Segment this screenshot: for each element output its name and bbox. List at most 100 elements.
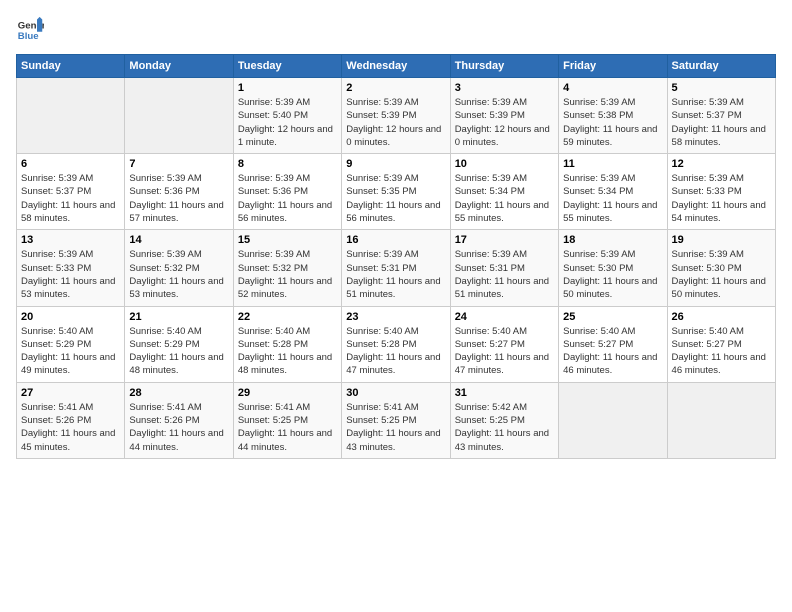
calendar-cell: 18 Sunrise: 5:39 AMSunset: 5:30 PMDayligh… (559, 230, 667, 306)
calendar-cell: 9 Sunrise: 5:39 AMSunset: 5:35 PMDaylight… (342, 154, 450, 230)
day-detail: Sunrise: 5:41 AMSunset: 5:26 PMDaylight:… (129, 401, 228, 454)
day-number: 8 (238, 158, 337, 170)
calendar-cell: 30Sunrise: 5:41 AMSunset: 5:25 PMDayligh… (342, 382, 450, 458)
day-detail: Sunrise: 5:39 AMSunset: 5:34 PMDaylight:… (455, 172, 554, 225)
calendar-table: SundayMondayTuesdayWednesdayThursdayFrid… (16, 54, 776, 459)
calendar-cell: 1 Sunrise: 5:39 AMSunset: 5:40 PMDaylight… (233, 78, 341, 154)
day-number: 29 (238, 387, 337, 399)
day-number: 16 (346, 234, 445, 246)
day-detail: Sunrise: 5:41 AMSunset: 5:26 PMDaylight:… (21, 401, 120, 454)
calendar-cell: 15 Sunrise: 5:39 AMSunset: 5:32 PMDayligh… (233, 230, 341, 306)
day-number: 20 (21, 311, 120, 323)
weekday-header: Monday (125, 55, 233, 78)
day-number: 28 (129, 387, 228, 399)
day-detail: Sunrise: 5:40 AMSunset: 5:29 PMDaylight:… (129, 325, 228, 378)
calendar-week-row: 6 Sunrise: 5:39 AMSunset: 5:37 PMDaylight… (17, 154, 776, 230)
calendar-cell: 4 Sunrise: 5:39 AMSunset: 5:38 PMDaylight… (559, 78, 667, 154)
calendar-cell: 26Sunrise: 5:40 AMSunset: 5:27 PMDayligh… (667, 306, 775, 382)
day-number: 24 (455, 311, 554, 323)
day-detail: Sunrise: 5:39 AMSunset: 5:39 PMDaylight:… (346, 96, 445, 149)
calendar-cell: 31 Sunrise: 5:42 AMSunset: 5:25 PMDayligh… (450, 382, 558, 458)
calendar-week-row: 13 Sunrise: 5:39 AMSunset: 5:33 PMDayligh… (17, 230, 776, 306)
day-detail: Sunrise: 5:39 AMSunset: 5:33 PMDaylight:… (21, 248, 120, 301)
calendar-week-row: 27 Sunrise: 5:41 AMSunset: 5:26 PMDayligh… (17, 382, 776, 458)
day-detail: Sunrise: 5:39 AMSunset: 5:31 PMDaylight:… (346, 248, 445, 301)
day-number: 1 (238, 82, 337, 94)
day-detail: Sunrise: 5:39 AMSunset: 5:36 PMDaylight:… (238, 172, 337, 225)
calendar-cell: 29Sunrise: 5:41 AMSunset: 5:25 PMDayligh… (233, 382, 341, 458)
day-detail: Sunrise: 5:39 AMSunset: 5:37 PMDaylight:… (672, 96, 771, 149)
day-detail: Sunrise: 5:39 AMSunset: 5:40 PMDaylight:… (238, 96, 337, 149)
calendar-cell: 6 Sunrise: 5:39 AMSunset: 5:37 PMDaylight… (17, 154, 125, 230)
calendar-cell: 22 Sunrise: 5:40 AMSunset: 5:28 PMDayligh… (233, 306, 341, 382)
day-number: 4 (563, 82, 662, 94)
calendar-cell: 12Sunrise: 5:39 AMSunset: 5:33 PMDayligh… (667, 154, 775, 230)
logo: General Blue (16, 16, 44, 44)
day-number: 27 (21, 387, 120, 399)
day-detail: Sunrise: 5:39 AMSunset: 5:32 PMDaylight:… (129, 248, 228, 301)
calendar-cell (559, 382, 667, 458)
day-number: 11 (563, 158, 662, 170)
calendar-cell: 13 Sunrise: 5:39 AMSunset: 5:33 PMDayligh… (17, 230, 125, 306)
weekday-header: Wednesday (342, 55, 450, 78)
calendar-body: 1 Sunrise: 5:39 AMSunset: 5:40 PMDaylight… (17, 78, 776, 459)
day-number: 2 (346, 82, 445, 94)
weekday-header: Thursday (450, 55, 558, 78)
calendar-cell: 27 Sunrise: 5:41 AMSunset: 5:26 PMDayligh… (17, 382, 125, 458)
calendar-cell: 7Sunrise: 5:39 AMSunset: 5:36 PMDaylight… (125, 154, 233, 230)
day-number: 10 (455, 158, 554, 170)
day-detail: Sunrise: 5:39 AMSunset: 5:38 PMDaylight:… (563, 96, 662, 149)
day-number: 31 (455, 387, 554, 399)
day-detail: Sunrise: 5:40 AMSunset: 5:28 PMDaylight:… (238, 325, 337, 378)
svg-text:Blue: Blue (18, 31, 39, 42)
calendar-week-row: 1 Sunrise: 5:39 AMSunset: 5:40 PMDaylight… (17, 78, 776, 154)
day-number: 19 (672, 234, 771, 246)
calendar-cell: 5Sunrise: 5:39 AMSunset: 5:37 PMDaylight… (667, 78, 775, 154)
calendar-cell (125, 78, 233, 154)
day-detail: Sunrise: 5:40 AMSunset: 5:28 PMDaylight:… (346, 325, 445, 378)
day-detail: Sunrise: 5:40 AMSunset: 5:27 PMDaylight:… (455, 325, 554, 378)
day-detail: Sunrise: 5:41 AMSunset: 5:25 PMDaylight:… (346, 401, 445, 454)
day-detail: Sunrise: 5:39 AMSunset: 5:37 PMDaylight:… (21, 172, 120, 225)
day-number: 22 (238, 311, 337, 323)
calendar-cell: 11Sunrise: 5:39 AMSunset: 5:34 PMDayligh… (559, 154, 667, 230)
calendar-cell: 20 Sunrise: 5:40 AMSunset: 5:29 PMDayligh… (17, 306, 125, 382)
calendar-cell: 17Sunrise: 5:39 AMSunset: 5:31 PMDayligh… (450, 230, 558, 306)
day-detail: Sunrise: 5:39 AMSunset: 5:32 PMDaylight:… (238, 248, 337, 301)
day-number: 6 (21, 158, 120, 170)
day-number: 15 (238, 234, 337, 246)
day-number: 25 (563, 311, 662, 323)
day-number: 3 (455, 82, 554, 94)
day-detail: Sunrise: 5:40 AMSunset: 5:27 PMDaylight:… (672, 325, 771, 378)
calendar-cell: 14Sunrise: 5:39 AMSunset: 5:32 PMDayligh… (125, 230, 233, 306)
weekday-header: Tuesday (233, 55, 341, 78)
day-number: 7 (129, 158, 228, 170)
calendar-cell: 19 Sunrise: 5:39 AMSunset: 5:30 PMDayligh… (667, 230, 775, 306)
day-detail: Sunrise: 5:39 AMSunset: 5:39 PMDaylight:… (455, 96, 554, 149)
day-detail: Sunrise: 5:40 AMSunset: 5:29 PMDaylight:… (21, 325, 120, 378)
logo-icon: General Blue (16, 16, 44, 44)
calendar-cell: 28 Sunrise: 5:41 AMSunset: 5:26 PMDayligh… (125, 382, 233, 458)
calendar-cell: 23Sunrise: 5:40 AMSunset: 5:28 PMDayligh… (342, 306, 450, 382)
calendar-header-row: SundayMondayTuesdayWednesdayThursdayFrid… (17, 55, 776, 78)
calendar-cell (667, 382, 775, 458)
weekday-header: Saturday (667, 55, 775, 78)
calendar-cell: 25Sunrise: 5:40 AMSunset: 5:27 PMDayligh… (559, 306, 667, 382)
day-number: 13 (21, 234, 120, 246)
day-detail: Sunrise: 5:39 AMSunset: 5:35 PMDaylight:… (346, 172, 445, 225)
weekday-header: Friday (559, 55, 667, 78)
calendar-cell: 24 Sunrise: 5:40 AMSunset: 5:27 PMDayligh… (450, 306, 558, 382)
day-number: 9 (346, 158, 445, 170)
weekday-header: Sunday (17, 55, 125, 78)
calendar-cell: 3 Sunrise: 5:39 AMSunset: 5:39 PMDaylight… (450, 78, 558, 154)
day-detail: Sunrise: 5:39 AMSunset: 5:30 PMDaylight:… (672, 248, 771, 301)
day-number: 12 (672, 158, 771, 170)
day-number: 17 (455, 234, 554, 246)
calendar-cell: 21 Sunrise: 5:40 AMSunset: 5:29 PMDayligh… (125, 306, 233, 382)
day-detail: Sunrise: 5:39 AMSunset: 5:30 PMDaylight:… (563, 248, 662, 301)
page-header: General Blue (16, 16, 776, 44)
day-number: 18 (563, 234, 662, 246)
calendar-cell: 8 Sunrise: 5:39 AMSunset: 5:36 PMDaylight… (233, 154, 341, 230)
day-detail: Sunrise: 5:42 AMSunset: 5:25 PMDaylight:… (455, 401, 554, 454)
day-number: 21 (129, 311, 228, 323)
